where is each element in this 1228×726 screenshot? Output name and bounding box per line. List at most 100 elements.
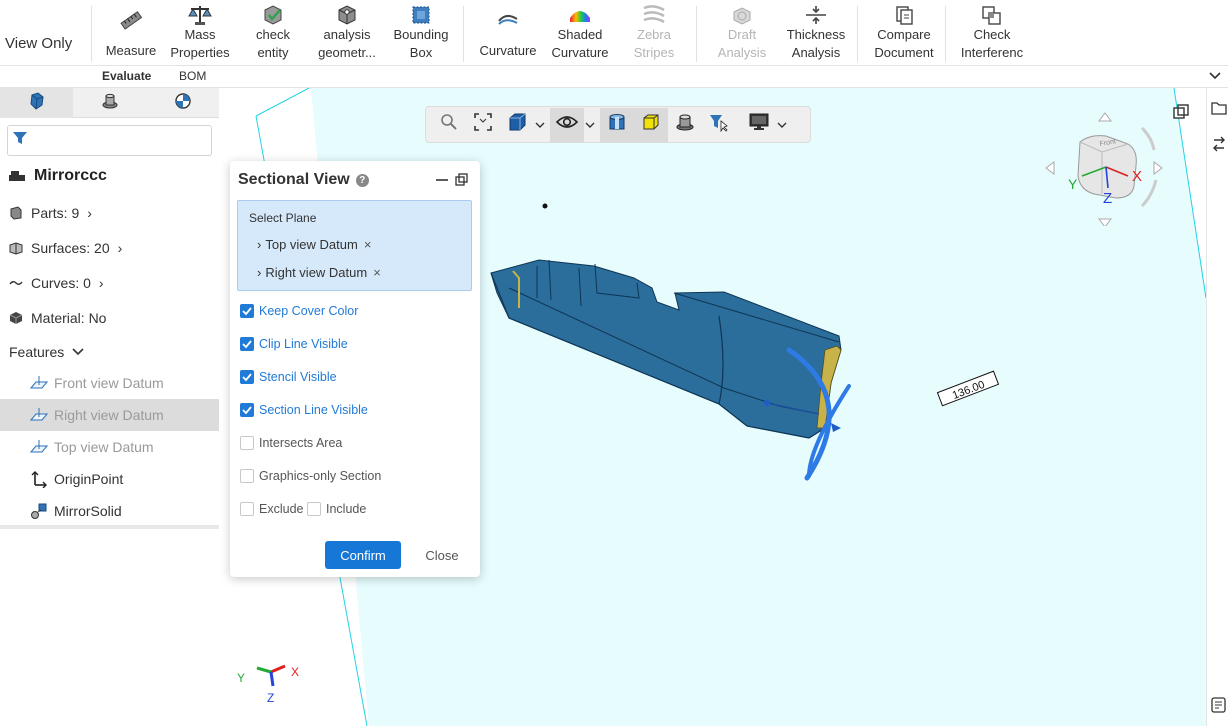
draft-analysis-button[interactable]: Draft Analysis	[713, 4, 771, 62]
zoom-button[interactable]	[432, 108, 466, 142]
view-up-arrow[interactable]	[1098, 112, 1112, 122]
feature-origin-point[interactable]: OriginPoint	[0, 463, 219, 495]
sectional-view-dialog: Sectional View ? Select Plane › Top view…	[230, 161, 480, 577]
plane-item-top-view[interactable]: › Top view Datum ×	[257, 237, 371, 252]
checkbox-checked-icon	[240, 370, 254, 384]
graphics-only-section-checkbox[interactable]: Graphics-only Section	[240, 469, 381, 483]
view-right-arrow[interactable]	[1153, 161, 1163, 175]
exclude-checkbox[interactable]: Exclude	[240, 502, 303, 516]
clip-line-visible-checkbox[interactable]: Clip Line Visible	[240, 337, 348, 351]
mass-properties-button[interactable]: Mass Properties	[170, 4, 230, 62]
interference-label-2: Interferenc	[960, 45, 1024, 60]
option-label: Stencil Visible	[259, 370, 337, 384]
filter-input[interactable]	[32, 133, 211, 148]
zebra-stripes-button[interactable]: Zebra Stripes	[626, 4, 682, 62]
section-line-visible-checkbox[interactable]: Section Line Visible	[240, 403, 368, 417]
interference-label-1: Check	[973, 27, 1011, 42]
section-view-button[interactable]	[600, 107, 634, 142]
confirm-button[interactable]: Confirm	[325, 541, 401, 569]
folder-icon[interactable]	[1211, 100, 1227, 116]
surfaces-row[interactable]: Surfaces: 20 ›	[8, 240, 122, 256]
bounding-box-button[interactable]: Bounding Box	[392, 4, 450, 62]
draft-analysis-icon	[729, 4, 755, 26]
chevron-down-icon[interactable]	[584, 121, 596, 129]
tree-filter[interactable]	[7, 125, 212, 156]
switch-icon[interactable]	[1211, 136, 1227, 152]
keep-cover-color-checkbox[interactable]: Keep Cover Color	[240, 304, 358, 318]
visibility-button[interactable]	[550, 107, 584, 142]
view-cube[interactable]: Front X Y Z	[1044, 106, 1164, 228]
view-left-arrow[interactable]	[1045, 161, 1055, 175]
restore-icon[interactable]	[455, 171, 469, 187]
collapse-ribbon-chevron-icon[interactable]	[1208, 69, 1222, 88]
ribbon-divider	[696, 6, 697, 62]
curves-row[interactable]: Curves: 0 ›	[8, 275, 104, 291]
selection-filter-button[interactable]	[702, 108, 736, 142]
view-only-label: View Only	[5, 35, 73, 52]
check-entity-label-1: check	[256, 27, 290, 42]
feature-label: Front view Datum	[54, 375, 164, 391]
stencil-visible-checkbox[interactable]: Stencil Visible	[240, 370, 337, 384]
feature-right-view-datum[interactable]: Right view Datum	[0, 399, 219, 431]
display-style-button[interactable]	[634, 107, 668, 142]
feature-mirror-solid[interactable]: MirrorSolid	[0, 495, 219, 527]
thickness-analysis-button[interactable]: Thickness Analysis	[786, 4, 846, 62]
explode-view-button[interactable]	[668, 108, 702, 142]
notes-icon[interactable]	[1211, 697, 1227, 713]
chevron-down-icon[interactable]	[534, 121, 546, 129]
chevron-down-icon[interactable]	[776, 121, 788, 129]
plane-edge	[255, 88, 310, 117]
rotate-ccw-icon[interactable]	[1140, 179, 1158, 208]
view-down-arrow[interactable]	[1098, 218, 1112, 228]
right-side-strip	[1206, 88, 1228, 726]
tab-evaluate[interactable]: Evaluate	[102, 69, 151, 83]
shaded-curvature-button[interactable]: Shaded Curvature	[550, 4, 610, 62]
option-label: Exclude	[259, 502, 304, 516]
panel-tabs	[0, 88, 219, 118]
chevron-right-icon: ›	[87, 205, 92, 221]
include-checkbox[interactable]: Include	[307, 502, 366, 516]
tab-appearance[interactable]	[146, 88, 219, 118]
curves-count: Curves: 0	[31, 275, 91, 291]
view-orientation-button[interactable]	[500, 108, 534, 142]
compare-document-button[interactable]: Compare Document	[872, 4, 936, 62]
ribbon-tab-row: Evaluate BOM	[0, 66, 1228, 88]
part-icon	[8, 205, 24, 221]
model-name: Mirrorccc	[34, 167, 107, 184]
chevron-down-icon	[72, 347, 84, 357]
intersects-area-checkbox[interactable]: Intersects Area	[240, 436, 342, 450]
tab-bom[interactable]: BOM	[179, 69, 206, 83]
chevron-right-icon: ›	[257, 237, 262, 252]
remove-plane-icon[interactable]: ×	[373, 265, 381, 280]
datum-plane-icon	[30, 438, 48, 456]
help-icon[interactable]: ?	[355, 173, 369, 187]
display-settings-button[interactable]	[742, 108, 776, 142]
tab-model-tree[interactable]	[0, 88, 73, 118]
curvature-button[interactable]: Curvature	[478, 4, 538, 62]
feature-front-view-datum[interactable]: Front view Datum	[0, 367, 219, 399]
remove-plane-icon[interactable]: ×	[364, 237, 372, 252]
restore-window-icon[interactable]	[1173, 104, 1189, 120]
cube-y-label: Y	[1068, 176, 1078, 192]
plane-item-right-view[interactable]: › Right view Datum ×	[257, 265, 381, 280]
rotate-cw-icon[interactable]	[1140, 126, 1156, 151]
features-header[interactable]: Features	[9, 344, 84, 360]
material-icon	[8, 310, 24, 326]
model-title: Mirrorccc	[8, 167, 107, 185]
minimize-icon[interactable]	[435, 171, 449, 187]
check-interference-button[interactable]: Check Interferenc	[960, 4, 1024, 62]
fit-view-icon	[473, 112, 493, 137]
feature-top-view-datum[interactable]: Top view Datum	[0, 431, 219, 463]
analysis-geometry-button[interactable]: analysis geometr...	[316, 4, 378, 62]
assembly-icon	[675, 112, 695, 137]
triad-y-label: Y	[237, 671, 245, 685]
tab-assembly[interactable]	[73, 88, 146, 118]
datum-plane-icon	[30, 406, 48, 424]
parts-row[interactable]: Parts: 9 ›	[8, 205, 92, 221]
feature-label: MirrorSolid	[54, 503, 122, 519]
check-entity-button[interactable]: check entity	[250, 4, 296, 62]
fit-view-button[interactable]	[466, 108, 500, 142]
close-button[interactable]: Close	[420, 541, 464, 569]
measure-button[interactable]: Measure	[104, 4, 158, 62]
select-plane-box[interactable]: Select Plane › Top view Datum × › Right …	[237, 200, 472, 291]
